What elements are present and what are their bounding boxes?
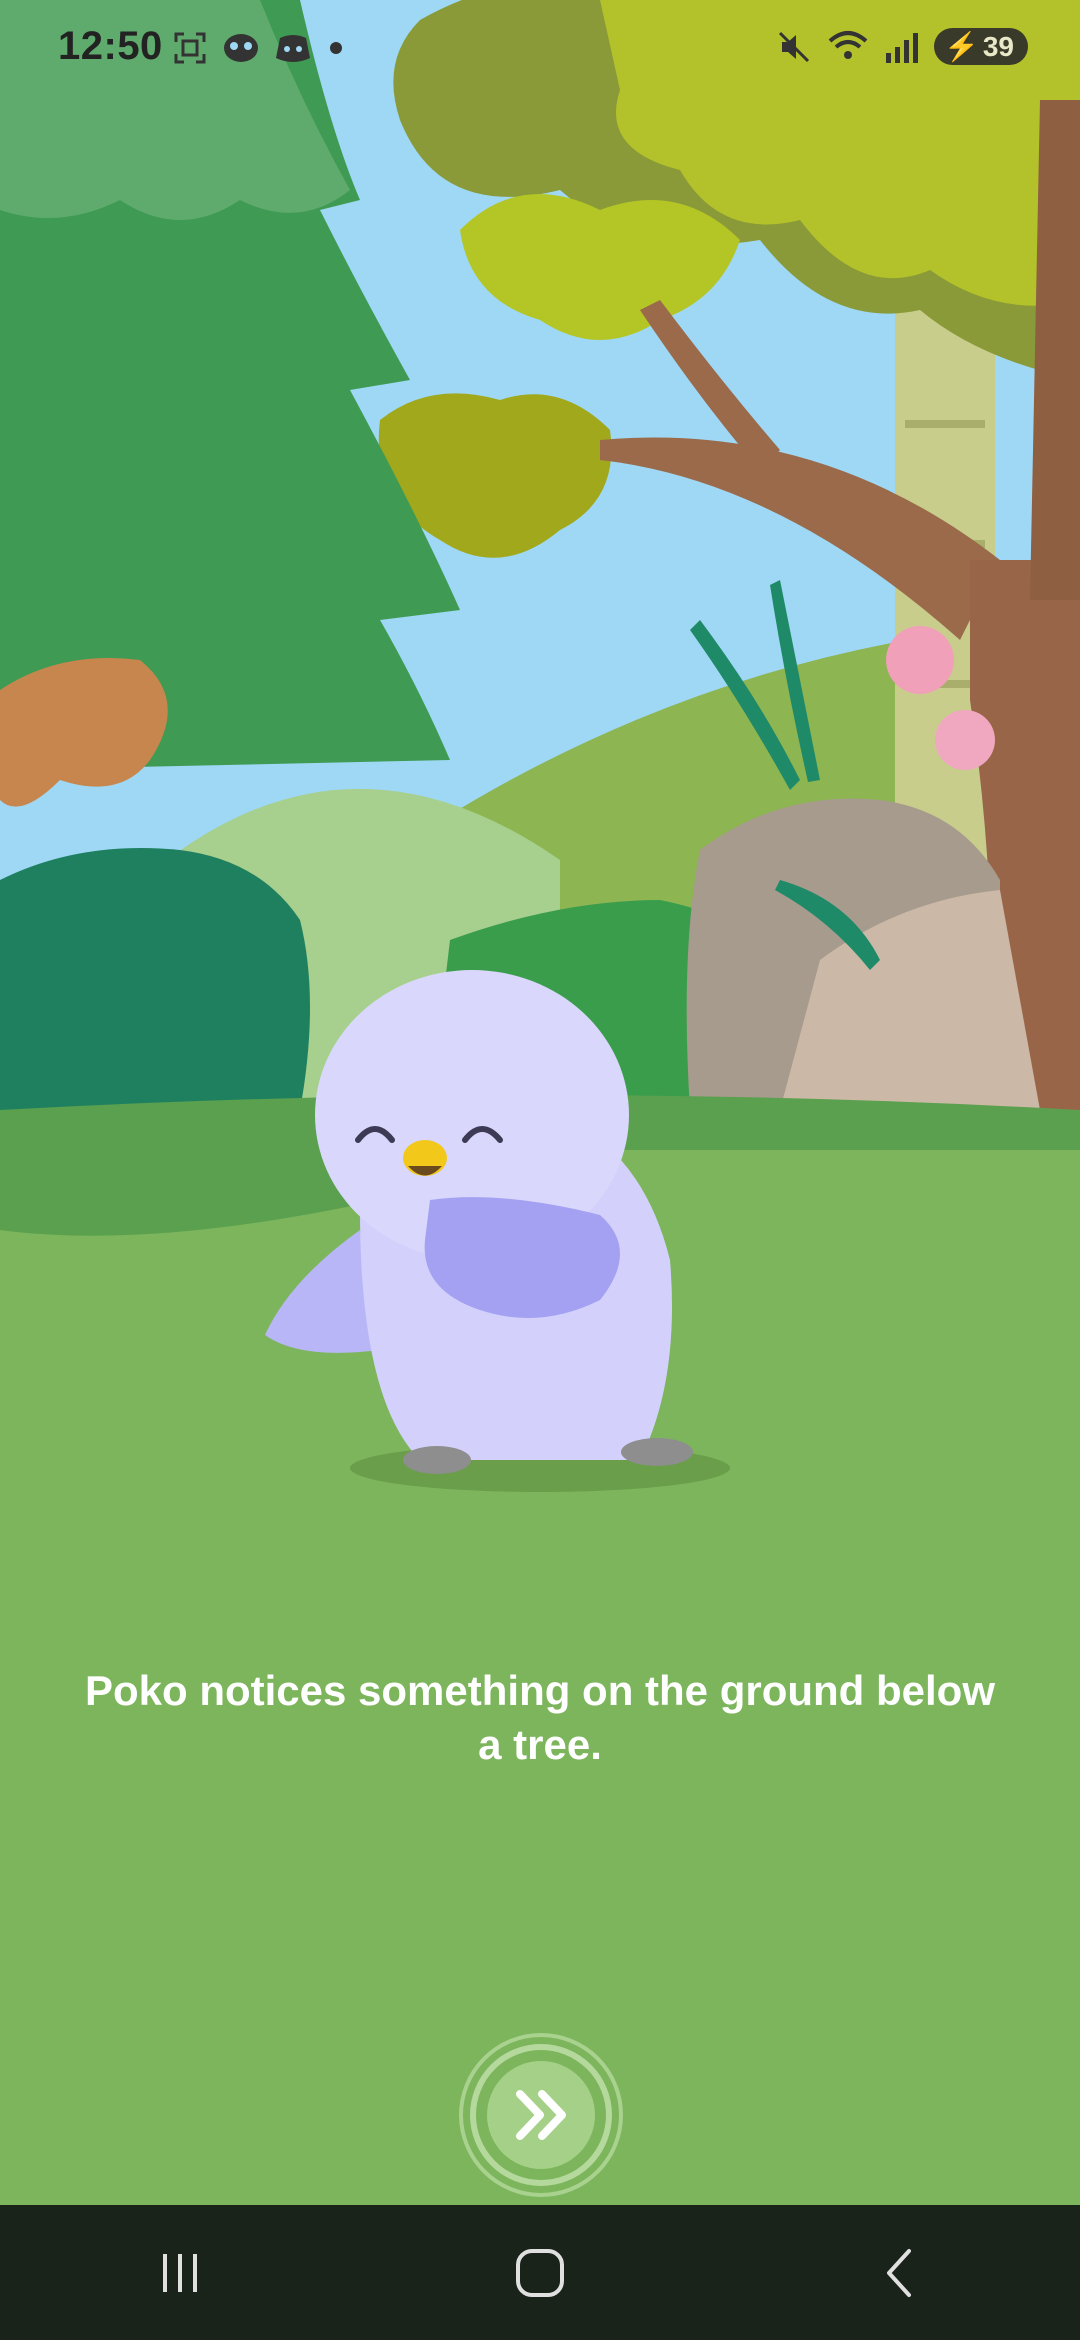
status-bar: 12:50 ⚡ 39: [0, 0, 1080, 100]
discord-icon: [276, 35, 310, 62]
pink-flower: [935, 710, 995, 770]
signal-icon: [885, 32, 918, 63]
back-button[interactable]: [820, 2223, 980, 2323]
wifi-icon: [828, 30, 868, 59]
forest-scene-illustration: [0, 0, 1080, 2205]
story-caption: Poko notices something on the ground bel…: [84, 1667, 995, 1768]
poko-foot-left: [403, 1446, 471, 1474]
next-button[interactable]: [458, 2032, 624, 2198]
recent-apps-button[interactable]: [100, 2223, 260, 2323]
bush: [0, 848, 310, 1110]
battery-indicator: ⚡ 39: [933, 28, 1028, 65]
recent-apps-icon: [163, 2253, 197, 2292]
status-time: 12:50: [58, 24, 163, 68]
double-chevron-right-icon: [459, 2033, 623, 2197]
screenshot-icon: [174, 32, 206, 64]
home-button[interactable]: [460, 2223, 620, 2323]
notification-dot-icon: [330, 42, 342, 54]
mute-icon: [778, 31, 810, 62]
battery-level: 39: [982, 30, 1014, 62]
game-controller-icon: [224, 34, 258, 62]
status-icons-right: ⚡ 39: [776, 28, 1028, 65]
status-icons-left: [172, 30, 346, 66]
battery-icon: ⚡: [943, 31, 979, 62]
system-navigation-bar: [0, 2205, 1080, 2340]
poko-foot-right: [621, 1438, 693, 1466]
pink-flower: [886, 626, 954, 694]
home-icon: [516, 2248, 564, 2297]
back-icon: [887, 2248, 911, 2297]
